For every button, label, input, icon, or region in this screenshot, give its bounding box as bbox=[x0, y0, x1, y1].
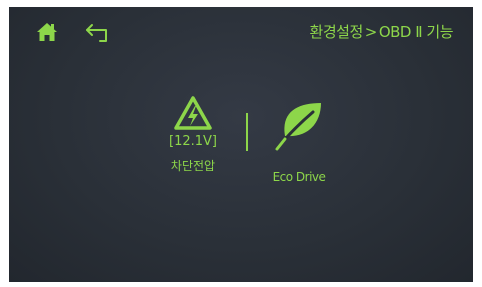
breadcrumb-parent: 환경설정 bbox=[309, 23, 364, 41]
eco-drive-label: Eco Drive bbox=[272, 170, 326, 184]
cutoff-voltage-value: [12.1V] bbox=[169, 134, 217, 149]
obd-settings-screen: 환경설정 > OBD Ⅱ 기능 [12.1V] 차단전압 Eco Drive bbox=[9, 7, 473, 282]
back-arrow-icon bbox=[86, 24, 107, 42]
cutoff-voltage-button[interactable]: [12.1V] 차단전압 bbox=[161, 95, 225, 174]
home-button[interactable] bbox=[36, 22, 58, 42]
breadcrumb-current: OBD Ⅱ 기능 bbox=[378, 23, 454, 41]
eco-drive-button[interactable]: Eco Drive bbox=[259, 100, 339, 184]
back-button[interactable] bbox=[85, 23, 111, 43]
warning-lightning-icon bbox=[174, 96, 212, 130]
breadcrumb: 환경설정 > OBD Ⅱ 기능 bbox=[309, 21, 454, 42]
breadcrumb-separator: > bbox=[364, 22, 378, 41]
home-icon bbox=[37, 23, 57, 41]
leaf-icon bbox=[275, 103, 321, 151]
menu-divider bbox=[246, 113, 248, 151]
cutoff-voltage-label: 차단전압 bbox=[170, 159, 216, 173]
